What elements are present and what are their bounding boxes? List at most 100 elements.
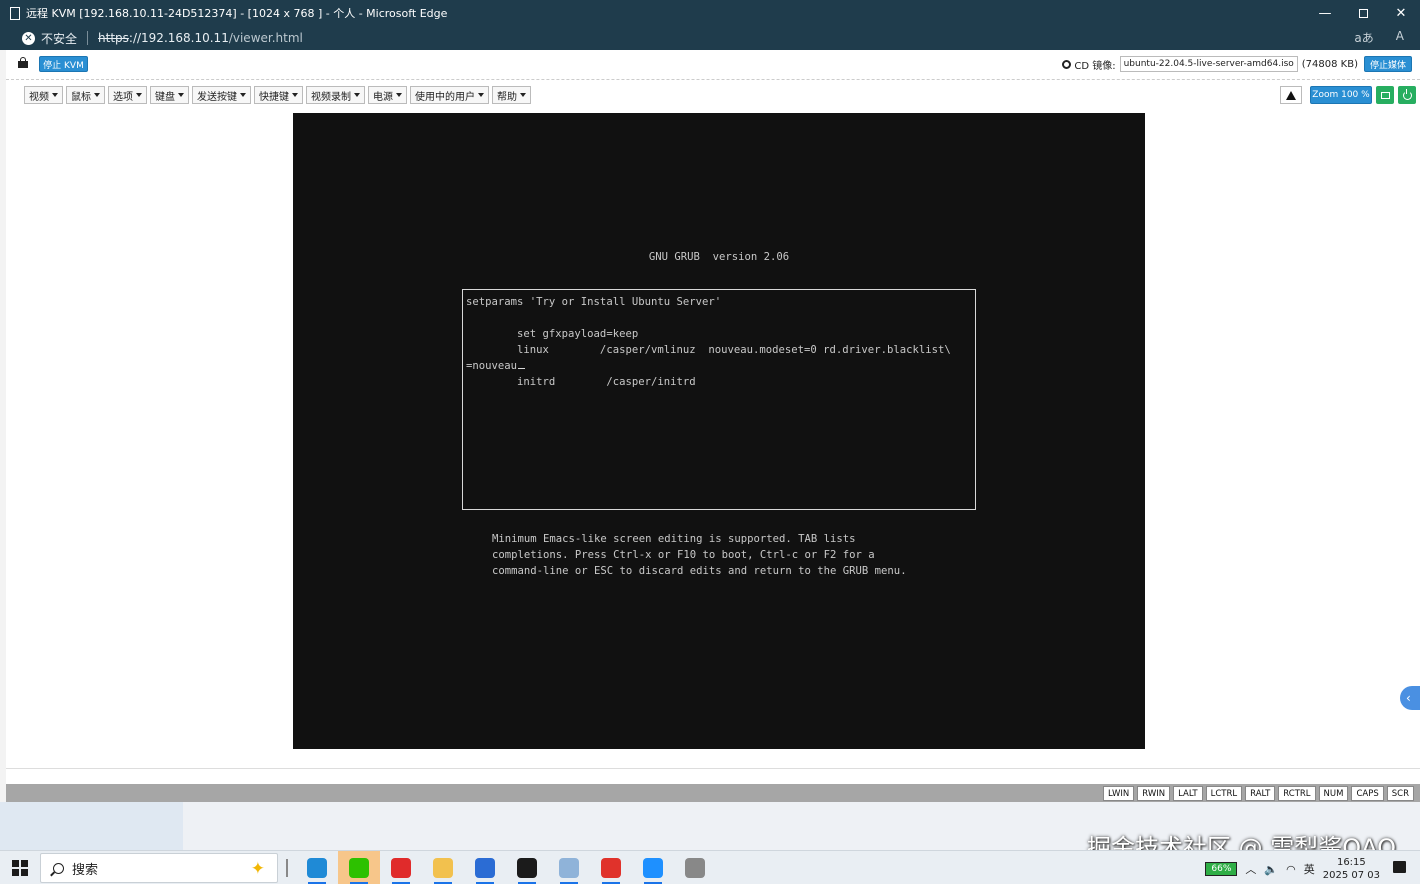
remote-console[interactable]: GNU GRUB version 2.06 setparams 'Try or … xyxy=(293,113,1145,749)
taskbar-app-wps[interactable] xyxy=(590,851,632,884)
notification-icon[interactable] xyxy=(1393,861,1406,873)
stop-kvm-button[interactable]: 停止 KVM xyxy=(39,56,88,72)
cd-image-label: CD 镜像: xyxy=(1074,60,1116,72)
divider xyxy=(6,768,1420,769)
clock-date: 2025 07 03 xyxy=(1322,870,1380,881)
grub-line: initrd /casper/initrd xyxy=(466,376,696,388)
sidebar-toggle-tab[interactable]: ‹ xyxy=(1400,686,1420,710)
menu-power[interactable]: 电源 xyxy=(368,86,407,104)
grub-line: linux /casper/vmlinuz nouveau.modeset=0 … xyxy=(466,344,951,356)
remote-app-icon xyxy=(643,858,663,878)
key-num[interactable]: NUM xyxy=(1318,786,1349,801)
taskbar-search-box[interactable]: 搜索 ✦ xyxy=(40,853,278,883)
taskbar-clock[interactable]: 16:15 2025 07 03 xyxy=(1323,856,1380,882)
url-protocol[interactable]: https xyxy=(98,31,129,45)
taskbar-apps xyxy=(296,851,716,884)
taskbar-app-netease-music[interactable] xyxy=(380,851,422,884)
window-controls: — ✕ xyxy=(1306,0,1420,26)
key-lalt[interactable]: LALT xyxy=(1173,786,1203,801)
warning-icon[interactable] xyxy=(1280,86,1302,104)
kvm-status-bar: LWIN RWIN LALT LCTRL RALT RCTRL NUM CAPS… xyxy=(6,784,1420,802)
url-host[interactable]: ://192.168.10.11 xyxy=(129,31,229,45)
kvm-menubar: 视频 鼠标 选项 键盘 发送按键 快捷键 视频录制 电源 使用中的用户 帮助 xyxy=(24,86,531,104)
cd-image-size: (74808 KB) xyxy=(1301,58,1358,70)
key-rwin[interactable]: RWIN xyxy=(1137,786,1171,801)
menu-active-users[interactable]: 使用中的用户 xyxy=(410,86,489,104)
windows-start-icon[interactable] xyxy=(12,860,28,876)
key-ralt[interactable]: RALT xyxy=(1245,786,1276,801)
address-bar[interactable]: ✕ 不安全 https://192.168.10.11/viewer.html … xyxy=(0,26,1420,50)
volume-icon[interactable]: 🔈 xyxy=(1264,863,1278,876)
ime-label[interactable]: 英 xyxy=(1304,861,1315,877)
grub-line: set gfxpayload=keep xyxy=(466,328,639,340)
key-caps[interactable]: CAPS xyxy=(1351,786,1384,801)
document-icon xyxy=(10,6,20,20)
kvm-viewer-page: 停止 KVM CD 镜像: ubuntu-22.04.5-live-server… xyxy=(6,50,1420,802)
netease-music-icon xyxy=(391,858,411,878)
cd-image-area: CD 镜像: ubuntu-22.04.5-live-server-amd64.… xyxy=(1062,56,1358,72)
zoom-button[interactable]: Zoom 100 % xyxy=(1310,86,1372,104)
power-icon[interactable] xyxy=(1398,86,1416,104)
key-lctrl[interactable]: LCTRL xyxy=(1205,786,1243,801)
menu-video[interactable]: 视频 xyxy=(24,86,63,104)
close-button[interactable]: ✕ xyxy=(1382,0,1420,26)
camera-app-icon xyxy=(475,858,495,878)
grub-title: GNU GRUB version 2.06 xyxy=(648,251,790,263)
taskbar-app-file-explorer[interactable] xyxy=(422,851,464,884)
taskbar-app-terminal[interactable] xyxy=(506,851,548,884)
read-aloud-icon[interactable]: aあ xyxy=(1354,29,1373,46)
chevron-up-icon[interactable]: ︿ xyxy=(1245,861,1256,877)
desktop-area-left xyxy=(0,802,183,850)
grub-help-line: Minimum Emacs-like screen editing is sup… xyxy=(492,533,856,545)
taskbar-app-edge[interactable] xyxy=(296,851,338,884)
taskbar-app-camera-app[interactable] xyxy=(464,851,506,884)
minimize-button[interactable]: — xyxy=(1306,0,1344,26)
maximize-button[interactable] xyxy=(1344,0,1382,26)
taskbar-search-label: 搜索 xyxy=(72,862,99,878)
key-rctrl[interactable]: RCTRL xyxy=(1278,786,1316,801)
kvm-toolbar: 停止 KVM CD 镜像: ubuntu-22.04.5-live-server… xyxy=(6,50,1420,80)
url-path[interactable]: /viewer.html xyxy=(229,31,303,45)
window-title: 远程 KVM [192.168.10.11-24D512374] - [1024… xyxy=(26,7,448,20)
grub-editor[interactable]: setparams 'Try or Install Ubuntu Server'… xyxy=(462,289,976,510)
address-divider xyxy=(87,31,89,45)
file-explorer-icon xyxy=(433,858,453,878)
copilot-sparkle-icon[interactable]: ✦ xyxy=(251,859,265,879)
printer-app-icon xyxy=(685,858,705,878)
cd-icon xyxy=(1062,59,1072,69)
taskbar-app-remote-app[interactable] xyxy=(632,851,674,884)
lock-icon[interactable] xyxy=(18,57,28,68)
wechat-icon xyxy=(349,858,369,878)
clock-time: 16:15 xyxy=(1336,857,1366,868)
menu-keyboard[interactable]: 键盘 xyxy=(150,86,189,104)
menu-mouse[interactable]: 鼠标 xyxy=(66,86,105,104)
menu-hotkeys[interactable]: 快捷键 xyxy=(254,86,303,104)
key-lwin[interactable]: LWIN xyxy=(1103,786,1135,801)
not-secure-label[interactable]: 不安全 xyxy=(41,30,77,47)
taskbar-app-printer-app[interactable] xyxy=(674,851,716,884)
stop-media-button[interactable]: 停止媒体 xyxy=(1364,56,1412,72)
terminal-icon xyxy=(517,858,537,878)
system-tray: 66% ︿ 🔈 ◠ 英 16:15 2025 07 03 xyxy=(1205,856,1380,882)
text-cursor xyxy=(518,367,526,369)
battery-indicator[interactable]: 66% xyxy=(1205,862,1238,876)
grub-line-cursor: =nouveau xyxy=(466,360,526,372)
monitor-icon[interactable] xyxy=(1376,86,1394,104)
wps-icon xyxy=(601,858,621,878)
grub-help-line: completions. Press Ctrl-x or F10 to boot… xyxy=(492,549,875,561)
cd-image-select[interactable]: ubuntu-22.04.5-live-server-amd64.iso xyxy=(1119,56,1298,72)
menu-video-record[interactable]: 视频录制 xyxy=(306,86,365,104)
key-scr[interactable]: SCR xyxy=(1386,786,1414,801)
files-app-icon xyxy=(559,858,579,878)
taskbar-app-wechat[interactable] xyxy=(338,851,380,884)
menu-send-keys[interactable]: 发送按键 xyxy=(192,86,251,104)
not-secure-icon[interactable]: ✕ xyxy=(22,31,35,45)
menu-options[interactable]: 选项 xyxy=(108,86,147,104)
menu-help[interactable]: 帮助 xyxy=(492,86,531,104)
text-options-icon[interactable]: A xyxy=(1396,29,1404,46)
search-icon xyxy=(53,862,64,874)
wifi-icon[interactable]: ◠ xyxy=(1286,863,1296,876)
taskbar-app-files-app[interactable] xyxy=(548,851,590,884)
edge-icon xyxy=(307,858,327,878)
kvm-right-tools: Zoom 100 % xyxy=(1280,86,1416,104)
